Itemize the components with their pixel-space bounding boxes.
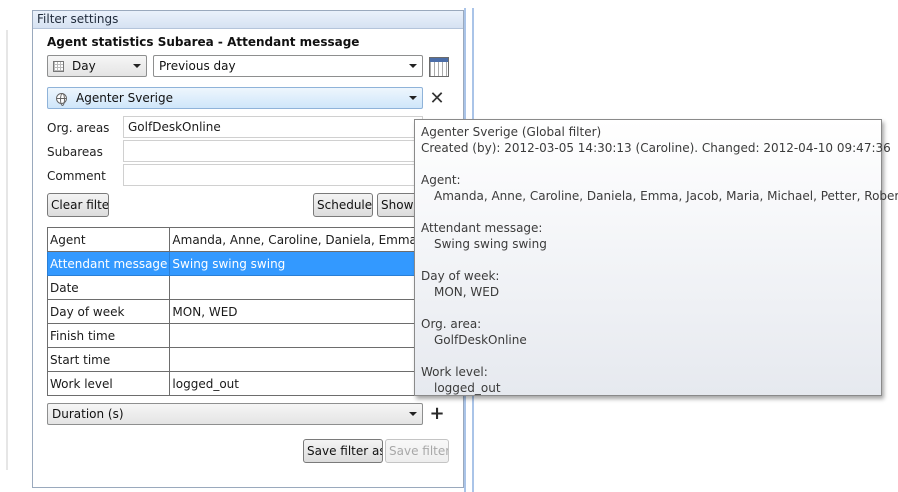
- chevron-down-icon: [409, 96, 417, 100]
- panel-title: Filter settings: [33, 11, 463, 29]
- grid-icon: [53, 61, 64, 72]
- tooltip-created: Created (by): 2012-03-05 14:30:13 (Carol…: [421, 141, 891, 155]
- left-edge: [6, 30, 8, 470]
- chevron-down-icon: [133, 64, 141, 68]
- subareas-field[interactable]: [123, 140, 423, 162]
- period-range-combo[interactable]: Previous day: [153, 55, 423, 77]
- schedule-button[interactable]: Schedule: [313, 193, 373, 217]
- period-range-value: Previous day: [159, 59, 236, 73]
- tooltip-attendant-value: Swing swing swing: [434, 237, 547, 251]
- measure-value: Duration (s): [52, 407, 124, 421]
- plus-icon[interactable]: +: [427, 404, 447, 424]
- report-heading: Agent statistics Subarea - Attendant mes…: [47, 35, 360, 49]
- chevron-down-icon: [409, 412, 417, 416]
- measure-combo[interactable]: Duration (s): [47, 403, 423, 425]
- tooltip-work-label: Work level:: [421, 365, 488, 379]
- global-filter-value: Agenter Sverige: [76, 91, 174, 105]
- row-name: Work level: [46, 371, 171, 396]
- comment-label: Comment: [47, 169, 106, 183]
- row-name: Finish time: [46, 323, 171, 348]
- org-areas-label: Org. areas: [47, 121, 110, 135]
- chevron-down-icon: [409, 64, 417, 68]
- period-unit-value: Day: [72, 59, 96, 73]
- org-areas-field[interactable]: GolfDeskOnline: [123, 116, 423, 138]
- globe-icon: [56, 93, 67, 106]
- row-name: Start time: [46, 347, 171, 372]
- left-strip: [0, 0, 30, 492]
- row-name: Agent: [46, 227, 171, 252]
- calendar-icon[interactable]: [429, 57, 449, 77]
- row-name: Day of week: [46, 299, 171, 324]
- tooltip-agent-label: Agent:: [421, 173, 461, 187]
- filter-settings-panel: Filter settings Agent statistics Subarea…: [32, 10, 480, 488]
- tooltip-org-value: GolfDeskOnline: [434, 333, 527, 347]
- tooltip-attendant-label: Attendant message:: [421, 221, 543, 235]
- row-name: Attendant message: [46, 251, 171, 276]
- tooltip-org-label: Org. area:: [421, 317, 482, 331]
- tooltip-agent-value: Amanda, Anne, Caroline, Daniela, Emma, J…: [434, 189, 898, 203]
- close-icon[interactable]: ✕: [427, 89, 447, 109]
- tooltip-dow-value: MON, WED: [434, 285, 500, 299]
- tooltip-title: Agenter Sverige (Global filter): [421, 125, 602, 139]
- tooltip-work-value: logged_out: [434, 381, 501, 395]
- save-filter-as-button[interactable]: Save filter as...: [303, 439, 383, 463]
- tooltip-dow-label: Day of week:: [421, 269, 500, 283]
- global-filter-tooltip: Agenter Sverige (Global filter) Created …: [414, 119, 898, 396]
- subareas-label: Subareas: [47, 145, 103, 159]
- save-filter-button[interactable]: Save filter...: [385, 439, 449, 463]
- comment-field[interactable]: [123, 164, 423, 186]
- period-unit-combo[interactable]: Day: [47, 55, 147, 77]
- row-name: Date: [46, 275, 171, 300]
- global-filter-combo[interactable]: Agenter Sverige: [47, 87, 423, 109]
- clear-filter-button[interactable]: Clear filter: [47, 193, 109, 217]
